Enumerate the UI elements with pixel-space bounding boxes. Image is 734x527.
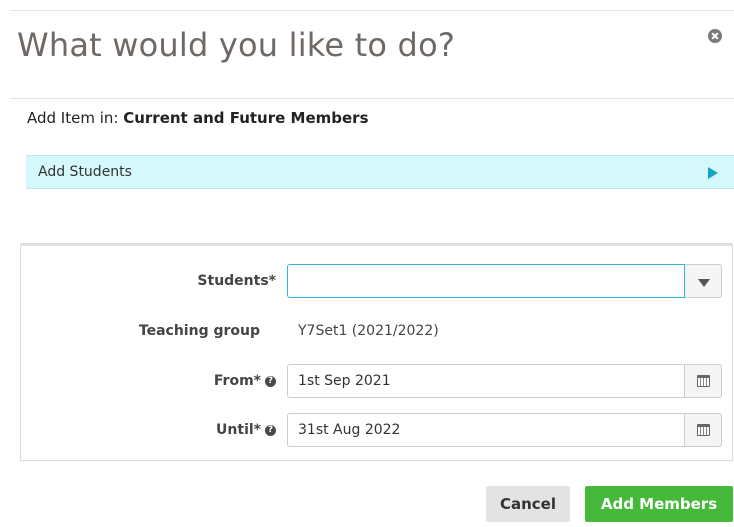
add-item-target: Current and Future Members <box>123 109 369 127</box>
until-calendar-button[interactable] <box>685 413 722 447</box>
until-label: Until*? <box>100 422 276 438</box>
help-icon[interactable]: ? <box>265 424 276 436</box>
dialog-title: What would you like to do? <box>17 26 456 64</box>
teaching-group-label: Teaching group <box>138 323 260 339</box>
students-dropdown-button[interactable] <box>685 264 722 298</box>
from-label: From*? <box>100 373 276 389</box>
from-calendar-button[interactable] <box>685 364 722 398</box>
caret-down-icon <box>698 279 710 287</box>
from-label-text: From* <box>213 373 261 389</box>
add-students-label: Add Students <box>38 164 132 180</box>
teaching-group-value: Y7Set1 (2021/2022) <box>298 323 439 339</box>
add-students-action[interactable]: Add Students <box>26 155 734 189</box>
play-arrow-icon <box>708 167 718 179</box>
add-item-context: Add Item in: Current and Future Members <box>27 109 369 127</box>
help-icon[interactable]: ? <box>265 375 276 387</box>
close-icon[interactable] <box>708 29 722 43</box>
header-divider <box>10 98 734 99</box>
add-members-button[interactable]: Add Members <box>585 486 733 522</box>
students-input[interactable] <box>287 264 685 298</box>
students-label: Students* <box>197 273 276 289</box>
until-date-input[interactable] <box>287 413 685 447</box>
cancel-button[interactable]: Cancel <box>486 486 570 522</box>
until-label-text: Until* <box>216 422 261 438</box>
calendar-icon <box>697 375 710 387</box>
from-date-input[interactable] <box>287 364 685 398</box>
add-item-prefix: Add Item in: <box>27 109 124 127</box>
calendar-icon <box>697 424 710 436</box>
